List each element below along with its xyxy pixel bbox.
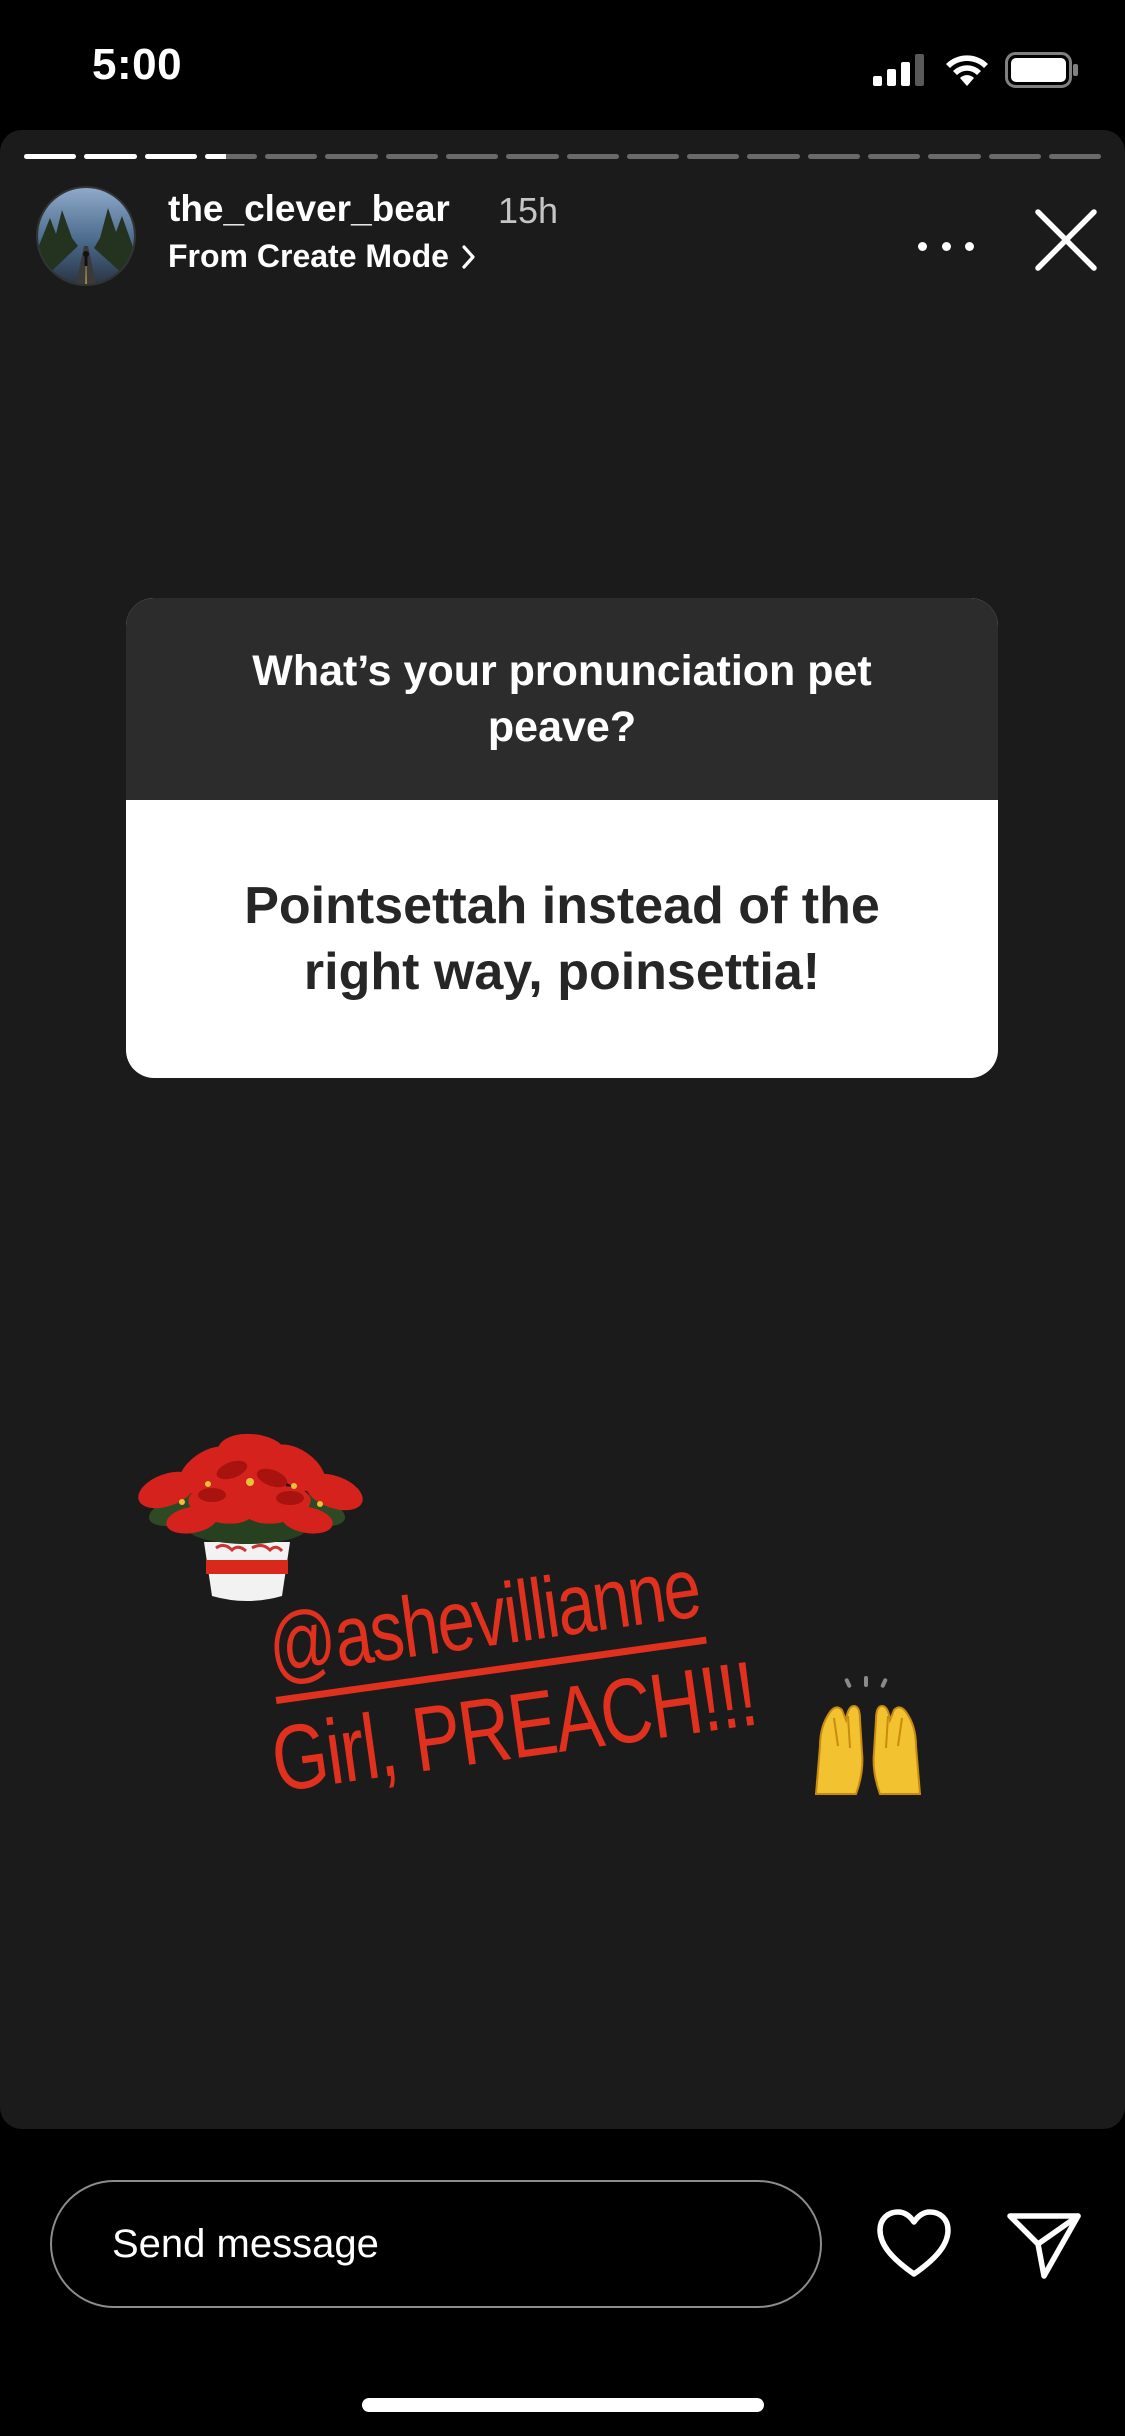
progress-segment bbox=[1048, 154, 1102, 159]
chevron-right-icon bbox=[462, 244, 475, 269]
progress-segment bbox=[84, 154, 137, 159]
progress-segment bbox=[265, 154, 318, 159]
question-prompt: What’s your pronunciation pet peave? bbox=[252, 647, 872, 751]
create-mode-label: From Create Mode bbox=[168, 238, 449, 274]
progress-segment bbox=[928, 154, 981, 159]
more-dot-icon bbox=[918, 241, 927, 251]
heart-icon[interactable] bbox=[876, 2208, 952, 2280]
progress-segment bbox=[566, 154, 619, 159]
progress-segment bbox=[144, 154, 197, 159]
more-dot-icon bbox=[965, 241, 974, 251]
answer-text: Pointsettah instead of the right way, po… bbox=[244, 877, 880, 1001]
progress-segment bbox=[385, 154, 438, 159]
question-header: What’s your pronunciation pet peave? bbox=[126, 598, 998, 800]
status-icons bbox=[873, 50, 1081, 90]
progress-segment bbox=[204, 154, 258, 159]
story-timestamp: 15h bbox=[498, 190, 559, 231]
story-progress-bar bbox=[24, 154, 1102, 160]
send-message-placeholder: Send message bbox=[112, 2221, 379, 2266]
battery-icon bbox=[1005, 52, 1078, 88]
progress-segment bbox=[506, 154, 559, 159]
progress-segment bbox=[687, 154, 740, 159]
progress-segment-fill bbox=[204, 154, 226, 159]
home-indicator[interactable] bbox=[362, 2398, 764, 2412]
username[interactable]: the_clever_bear bbox=[168, 188, 450, 230]
signal-icon bbox=[873, 54, 924, 86]
story-viewer[interactable]: the_clever_bear 15h From Create Mode Wha… bbox=[0, 130, 1125, 2129]
progress-segment bbox=[626, 154, 680, 159]
progress-segment bbox=[325, 154, 378, 159]
progress-segment-fill bbox=[84, 154, 137, 159]
progress-segment bbox=[445, 154, 499, 159]
progress-segment bbox=[807, 154, 860, 159]
create-mode-link[interactable]: From Create Mode bbox=[168, 238, 477, 275]
more-options-button[interactable] bbox=[918, 226, 974, 266]
more-dot-icon bbox=[941, 241, 951, 251]
raising-hands-icon bbox=[814, 1676, 922, 1795]
status-time: 5:00 bbox=[92, 40, 183, 89]
close-icon[interactable] bbox=[1030, 204, 1102, 276]
avatar[interactable] bbox=[36, 186, 136, 286]
progress-segment-fill bbox=[144, 154, 197, 159]
send-message-input[interactable]: Send message bbox=[50, 2180, 822, 2308]
poinsettia-sticker bbox=[138, 1433, 363, 1601]
progress-segment bbox=[867, 154, 921, 159]
send-icon[interactable] bbox=[1004, 2204, 1084, 2284]
answer-body: Pointsettah instead of the right way, po… bbox=[126, 800, 998, 1078]
progress-segment bbox=[24, 154, 77, 159]
wifi-icon bbox=[946, 55, 988, 86]
progress-segment bbox=[747, 154, 800, 159]
progress-segment-fill bbox=[24, 154, 77, 159]
status-bar: 5:00 bbox=[0, 0, 1125, 130]
progress-segment bbox=[988, 154, 1041, 159]
avatar-image bbox=[38, 188, 134, 284]
question-sticker: What’s your pronunciation pet peave? Poi… bbox=[126, 598, 998, 1078]
